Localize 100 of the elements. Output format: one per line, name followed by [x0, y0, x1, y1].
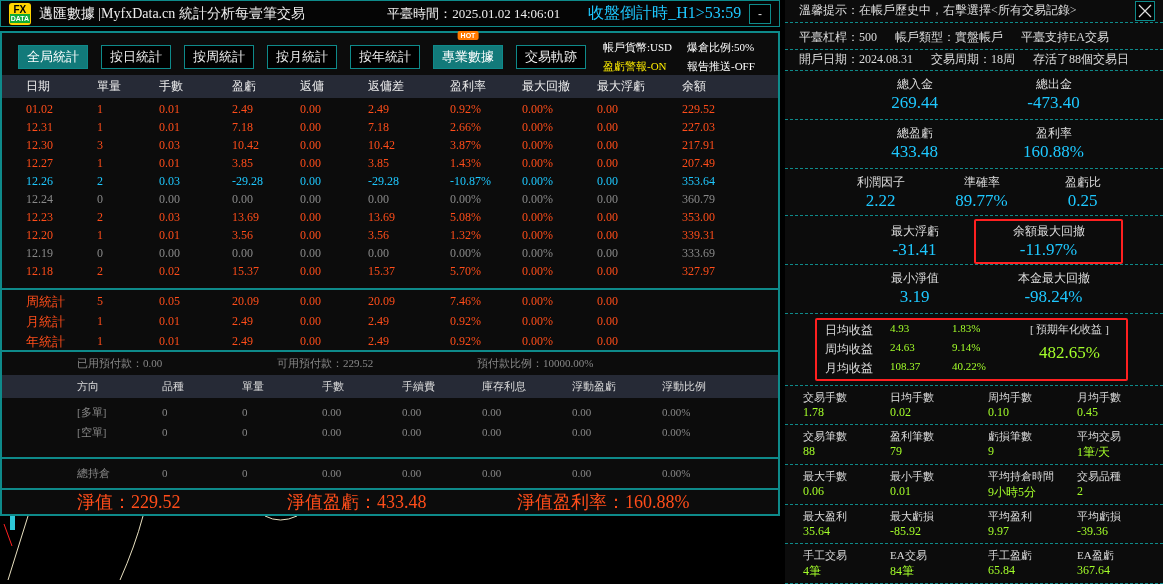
table-cell-text: 0.00: [232, 191, 254, 207]
metric-label: 最小手數: [890, 469, 935, 484]
metric-value: 4筆: [803, 563, 822, 580]
metric-label: 月均手數: [1077, 390, 1122, 405]
tab[interactable]: 交易軌跡: [516, 45, 586, 69]
table-cell-text: 0.00: [322, 426, 343, 439]
table-cell-text: 0.00%: [662, 426, 692, 439]
stat-value: 433.48: [891, 142, 938, 162]
metric-label: 最大盈利: [803, 509, 848, 524]
table-cell-text: 0.01: [159, 101, 181, 117]
column-header: 日期: [26, 78, 51, 96]
table-cell-text: 339.31: [682, 227, 716, 243]
table-cell-text: 10.42: [368, 137, 396, 153]
column-header: 手續費: [402, 378, 436, 394]
table-cell-text: 15.37: [232, 263, 260, 279]
column-header: 最大浮虧: [597, 78, 646, 96]
metric-label: 最大手數: [803, 469, 848, 484]
account-info: 平臺支持EA交易: [1021, 29, 1109, 47]
table-cell-text: 5.08%: [450, 209, 482, 225]
metric-label: EA交易: [890, 548, 928, 563]
tab[interactable]: 按周統計: [184, 45, 254, 69]
table-cell-text: 0.00: [300, 173, 322, 189]
close-button[interactable]: [1135, 0, 1155, 21]
summary-cell-text: 20.09: [232, 294, 260, 310]
table-cell-text: 0.00: [300, 137, 322, 153]
table-cell-text: 0.00: [300, 191, 322, 207]
table-cell-text: 2: [97, 209, 104, 225]
minimize-button[interactable]: -: [749, 3, 771, 24]
table-cell-text: 0.03: [159, 137, 181, 153]
table-cell-text: 217.91: [682, 137, 716, 153]
summary-cell-text: 0.00: [300, 334, 322, 350]
close-icon: [1138, 3, 1152, 18]
metric-label: 平均持倉時間: [988, 469, 1055, 484]
column-header: 手數: [159, 78, 184, 96]
metric-value: 65.84: [988, 563, 1016, 578]
table-cell-text: 0.00%: [522, 209, 554, 225]
income-value: 24.63: [890, 341, 916, 355]
table-cell-text: 3.56: [368, 227, 390, 243]
account-info: 報告推送-OFF: [687, 59, 756, 74]
table-cell-text: -29.28: [232, 173, 264, 189]
table-cell-text: 0.00%: [522, 227, 554, 243]
table-cell-text: 0: [97, 191, 104, 207]
table-cell-text: 0.00: [597, 209, 619, 225]
table-cell-text: 0.03: [159, 173, 181, 189]
table-cell-text: 0.00%: [662, 467, 692, 480]
table-cell-text: 0.00: [368, 245, 390, 261]
metric-value: 1.78: [803, 405, 825, 420]
column-header: 浮動比例: [662, 378, 707, 394]
table-cell-text: 0.00: [597, 137, 619, 153]
table-cell-text: 15.37: [368, 263, 396, 279]
table-cell-text: 2.66%: [450, 119, 482, 135]
table-cell-text: 3.85: [232, 155, 254, 171]
table-cell-text: 0.00: [482, 467, 503, 480]
table-cell-text: 0.00: [572, 426, 593, 439]
table-cell-text: 1: [97, 119, 104, 135]
close-countdown: 收盤倒計時_H1>53:59: [588, 3, 742, 23]
summary-cell-text: 2.49: [368, 314, 390, 330]
summary-cell-text: 0.00: [597, 294, 619, 310]
table-cell-text: [空單]: [77, 424, 108, 440]
tab[interactable]: 按月統計: [267, 45, 337, 69]
income-percent: 9.14%: [952, 341, 982, 355]
metric-value: 2: [1077, 484, 1084, 499]
prepaid-info: 預付款比例：10000.00%: [477, 355, 595, 371]
equity-value: 淨值盈利率：160.88%: [517, 491, 691, 514]
tab[interactable]: 按年統計: [350, 45, 420, 69]
summary-cell-text: 月統計: [26, 312, 66, 331]
summary-cell-text: 0.00: [597, 314, 619, 330]
table-cell-text: 0.00%: [450, 191, 482, 207]
summary-cell-text: 0.00: [300, 294, 322, 310]
tab[interactable]: 專業數據: [433, 45, 503, 69]
column-header: 浮動盈虧: [572, 378, 617, 394]
table-cell-text: 1: [97, 227, 104, 243]
table-cell-text: 2: [97, 173, 104, 189]
tab[interactable]: 全局統計: [18, 45, 88, 69]
table-cell-text: 207.49: [682, 155, 716, 171]
income-value: 108.37: [890, 360, 922, 374]
summary-cell-text: 20.09: [368, 294, 396, 310]
table-cell-text: 1: [97, 101, 104, 117]
summary-cell-text: 0.92%: [450, 334, 482, 350]
table-cell-text: 0: [242, 467, 249, 480]
equity-value: 淨值：229.52: [77, 491, 182, 514]
prepaid-info: 已用預付款：0.00: [77, 355, 164, 371]
metric-label: 盈利筆數: [890, 429, 935, 444]
table-cell-text: 0.00%: [522, 101, 554, 117]
table-cell-text: 3.87%: [450, 137, 482, 153]
table-cell-text: 0.00: [300, 263, 322, 279]
table-cell-text: 353.64: [682, 173, 716, 189]
account-info: 爆倉比例:50%: [687, 40, 756, 55]
metric-value: 1筆/天: [1077, 444, 1112, 461]
stat-value: 269.44: [891, 93, 938, 113]
summary-cell-text: 0.00%: [522, 334, 554, 350]
table-cell-text: 0.01: [159, 227, 181, 243]
table-cell-text: 333.69: [682, 245, 716, 261]
table-cell-text: 360.79: [682, 191, 716, 207]
table-cell-text: 0.00: [597, 245, 619, 261]
income-percent: 1.83%: [952, 322, 982, 336]
tab[interactable]: 按日統計: [101, 45, 171, 69]
account-info: 盈虧警報-ON: [603, 59, 668, 74]
metric-label: 最大虧損: [890, 509, 935, 524]
account-info: 平臺杠桿：500: [799, 29, 877, 47]
